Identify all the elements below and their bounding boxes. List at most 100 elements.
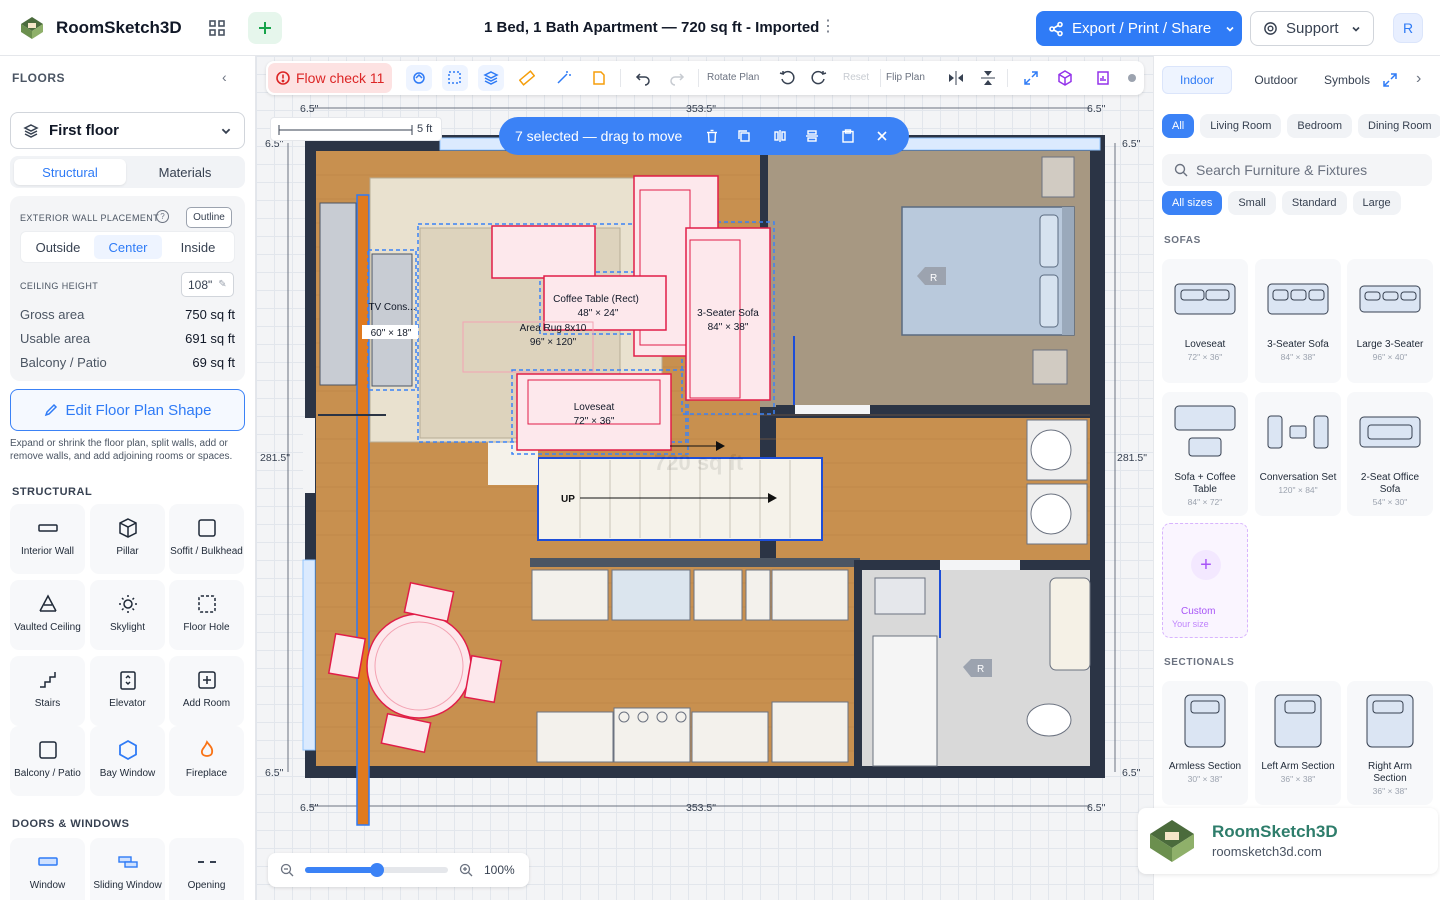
more-options-icon[interactable]: ⋮	[820, 16, 836, 36]
measure-tool-button[interactable]	[514, 65, 540, 91]
avatar[interactable]: R	[1393, 13, 1423, 43]
catalog-item-armless-section[interactable]: Armless Section 30" × 38"	[1162, 681, 1248, 805]
tab-outdoor[interactable]: Outdoor	[1240, 66, 1312, 94]
chevron-right-icon[interactable]: ›	[1416, 70, 1421, 88]
placement-outside[interactable]: Outside	[24, 235, 92, 259]
tool-interior-wall[interactable]: Interior Wall	[10, 504, 85, 574]
size-chip-all[interactable]: All sizes	[1162, 191, 1223, 215]
kitchen-upper-cabinets[interactable]	[531, 569, 849, 621]
interior-wall[interactable]	[854, 560, 862, 770]
ottoman[interactable]	[491, 225, 596, 279]
redo-button[interactable]	[664, 65, 690, 91]
sink-counter[interactable]	[1049, 577, 1091, 671]
outline-button[interactable]: Outline	[186, 207, 232, 228]
tool-window[interactable]: Window	[10, 838, 85, 900]
tab-indoor[interactable]: Indoor	[1162, 66, 1232, 94]
room-chip-living[interactable]: Living Room	[1200, 114, 1282, 138]
tool-elevator[interactable]: Elevator	[90, 656, 165, 726]
rotate-left-button[interactable]	[774, 65, 800, 91]
grid-menu-button[interactable]	[200, 12, 234, 44]
align-vertical-button[interactable]	[803, 127, 821, 145]
floor-plan[interactable]: 6.5" 353.5" 6.5" 6.5" 353.5" 6.5" 6.5" 2…	[256, 56, 1153, 900]
catalog-item-conversation-set[interactable]: Conversation Set 120" × 84"	[1255, 392, 1341, 516]
export-button[interactable]: Export / Print / Share	[1036, 11, 1242, 46]
dining-table[interactable]	[366, 613, 472, 719]
placement-center[interactable]: Center	[94, 235, 162, 259]
catalog-item-left-arm-section[interactable]: Left Arm Section 36" × 38"	[1255, 681, 1341, 805]
nightstand[interactable]	[1041, 156, 1075, 198]
pan-tool-button[interactable]	[406, 65, 432, 91]
align-horizontal-button[interactable]	[771, 127, 789, 145]
tool-floor-hole[interactable]: Floor Hole	[169, 580, 244, 650]
tab-symbols[interactable]: Symbols	[1312, 66, 1382, 94]
door-opening[interactable]	[795, 405, 870, 414]
tab-materials[interactable]: Materials	[129, 159, 241, 185]
3d-view-button[interactable]	[1052, 65, 1078, 91]
expand-panel-icon[interactable]	[1383, 73, 1397, 87]
door-opening[interactable]	[303, 418, 315, 493]
custom-size-item[interactable]: + Custom Your size	[1162, 523, 1248, 638]
zoom-in-icon[interactable]	[459, 863, 473, 877]
report-button[interactable]	[1090, 65, 1116, 91]
tool-opening[interactable]: Opening	[169, 838, 244, 900]
size-chip-standard[interactable]: Standard	[1281, 191, 1347, 215]
flow-check-button[interactable]: Flow check 11	[268, 63, 392, 93]
catalog-item-sofa-coffee-table[interactable]: Sofa + Coffee Table 84" × 72"	[1162, 392, 1248, 516]
catalog-item-office-sofa[interactable]: 2-Seat Office Sofa 54" × 30"	[1347, 392, 1433, 516]
duplicate-selection-button[interactable]	[735, 127, 753, 145]
flip-vertical-button[interactable]	[975, 65, 1001, 91]
interior-wall[interactable]	[530, 558, 860, 567]
tool-bay-window[interactable]: Bay Window	[90, 726, 165, 796]
window[interactable]	[302, 559, 316, 751]
catalog-item-right-arm-section[interactable]: Right Arm Section 36" × 38"	[1347, 681, 1433, 805]
group-selection-button[interactable]	[839, 127, 857, 145]
floor-select[interactable]: First floor	[10, 112, 245, 149]
door-opening[interactable]	[940, 560, 1020, 570]
add-button[interactable]	[248, 12, 282, 44]
undo-button[interactable]	[630, 65, 656, 91]
zoom-out-icon[interactable]	[280, 863, 294, 877]
toilet[interactable]	[1026, 703, 1072, 737]
catalog-item-3-seater-sofa[interactable]: 3-Seater Sofa 84" × 38"	[1255, 259, 1341, 383]
clear-selection-button[interactable]	[873, 127, 891, 145]
tool-balcony[interactable]: Balcony / Patio	[10, 726, 85, 796]
document-title[interactable]: 1 Bed, 1 Bath Apartment — 720 sq ft - Im…	[484, 19, 819, 36]
plan-canvas[interactable]: 6.5" 353.5" 6.5" 6.5" 353.5" 6.5" 6.5" 2…	[256, 56, 1153, 900]
placement-inside[interactable]: Inside	[164, 235, 232, 259]
flip-horizontal-button[interactable]	[943, 65, 969, 91]
nightstand[interactable]	[1032, 349, 1068, 385]
tv-console[interactable]	[319, 202, 357, 386]
zoom-slider-track[interactable]	[305, 863, 448, 877]
tool-skylight[interactable]: Skylight	[90, 580, 165, 650]
balcony-strip[interactable]	[356, 194, 370, 826]
size-chip-small[interactable]: Small	[1228, 191, 1276, 215]
room-chip-all[interactable]: All	[1162, 114, 1195, 138]
edit-floor-plan-shape-button[interactable]: Edit Floor Plan Shape	[10, 389, 245, 431]
tab-structural[interactable]: Structural	[14, 159, 126, 185]
help-icon[interactable]: ?	[156, 210, 169, 223]
magic-tool-button[interactable]	[550, 65, 576, 91]
bathtub[interactable]	[872, 635, 938, 767]
tool-add-room[interactable]: Add Room	[169, 656, 244, 726]
size-chip-large[interactable]: Large	[1352, 191, 1401, 215]
tool-stairs[interactable]: Stairs	[10, 656, 85, 726]
fullscreen-button[interactable]	[1018, 65, 1044, 91]
tool-sliding-window[interactable]: Sliding Window	[90, 838, 165, 900]
delete-selection-button[interactable]	[703, 127, 721, 145]
tool-soffit[interactable]: Soffit / Bulkhead	[169, 504, 244, 574]
bath-vanity[interactable]	[874, 577, 926, 615]
zoom-slider-thumb[interactable]	[369, 863, 384, 877]
room-chip-dining[interactable]: Dining Room	[1358, 114, 1440, 138]
catalog-item-large-3-seater[interactable]: Large 3-Seater 96" × 40"	[1347, 259, 1433, 383]
tool-pillar[interactable]: Pillar	[90, 504, 165, 574]
ceiling-height-input[interactable]: 108" ✎	[181, 272, 234, 297]
tool-fireplace[interactable]: Fireplace	[169, 726, 244, 796]
furniture-search-input[interactable]: Search Furniture & Fixtures	[1162, 154, 1432, 186]
layers-tool-button[interactable]	[478, 65, 504, 91]
tool-vaulted-ceiling[interactable]: Vaulted Ceiling	[10, 580, 85, 650]
notes-tool-button[interactable]	[586, 65, 612, 91]
support-button[interactable]: Support	[1250, 11, 1374, 46]
tv-console-selected[interactable]	[371, 253, 413, 387]
room-chip-bedroom[interactable]: Bedroom	[1287, 114, 1353, 138]
reset-button[interactable]: Reset	[843, 72, 869, 83]
